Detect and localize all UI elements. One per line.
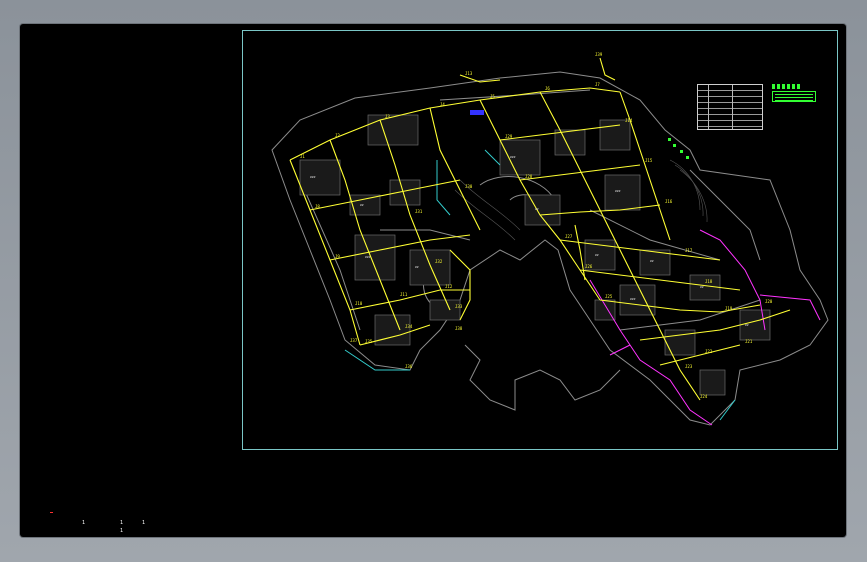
svg-text:J29: J29 xyxy=(505,134,513,139)
svg-text:J12: J12 xyxy=(445,284,453,289)
svg-text:J25: J25 xyxy=(605,294,613,299)
svg-text:##: ## xyxy=(745,323,749,327)
svg-text:J22: J22 xyxy=(705,349,713,354)
svg-text:J11: J11 xyxy=(400,292,408,297)
svg-text:###: ### xyxy=(630,297,636,301)
svg-text:J5: J5 xyxy=(490,94,495,99)
svg-text:J17: J17 xyxy=(685,248,693,253)
svg-text:J38: J38 xyxy=(455,326,463,331)
svg-text:J3: J3 xyxy=(385,114,390,119)
svg-text:###: ### xyxy=(365,255,371,259)
svg-text:J26: J26 xyxy=(585,264,593,269)
svg-text:J35: J35 xyxy=(365,339,373,344)
svg-text:##: ## xyxy=(415,265,419,269)
svg-text:J16: J16 xyxy=(665,199,673,204)
svg-text:J8: J8 xyxy=(315,204,320,209)
svg-text:J21: J21 xyxy=(745,339,753,344)
notes-heading xyxy=(772,84,802,89)
svg-text:J7: J7 xyxy=(595,82,600,87)
blue-accent-block xyxy=(470,110,484,115)
svg-text:J33: J33 xyxy=(455,304,463,309)
svg-text:J13: J13 xyxy=(465,71,473,76)
svg-text:J24: J24 xyxy=(700,394,708,399)
svg-text:J28: J28 xyxy=(525,174,533,179)
svg-text:J1: J1 xyxy=(300,154,305,159)
svg-text:J10: J10 xyxy=(355,301,363,306)
viewer-frame: 1 1 1 1 J1 J2 J3 J4 J5 J6 J7 J8 J9 J10 J… xyxy=(0,0,867,562)
svg-text:##: ## xyxy=(535,207,539,211)
svg-text:J9: J9 xyxy=(335,254,340,259)
svg-text:J37: J37 xyxy=(350,338,358,343)
svg-text:J6: J6 xyxy=(545,86,550,91)
svg-text:J27: J27 xyxy=(565,234,573,239)
legend-table xyxy=(697,84,763,130)
svg-text:J18: J18 xyxy=(705,279,713,284)
svg-text:###: ### xyxy=(510,155,516,159)
svg-text:J4: J4 xyxy=(440,102,445,107)
svg-text:J23: J23 xyxy=(685,364,693,369)
svg-text:J20: J20 xyxy=(765,299,773,304)
svg-text:###: ### xyxy=(615,189,621,193)
svg-text:J14: J14 xyxy=(625,118,633,123)
svg-text:###: ### xyxy=(310,175,316,179)
svg-text:J19: J19 xyxy=(725,306,733,311)
svg-text:J2: J2 xyxy=(335,133,340,138)
svg-text:J36: J36 xyxy=(405,364,413,369)
svg-text:##: ## xyxy=(360,203,364,207)
svg-text:J39: J39 xyxy=(595,52,603,57)
notes-box xyxy=(772,91,816,102)
svg-text:##: ## xyxy=(700,285,704,289)
svg-text:##: ## xyxy=(595,253,599,257)
svg-text:J31: J31 xyxy=(415,209,423,214)
svg-text:J34: J34 xyxy=(405,324,413,329)
svg-text:##: ## xyxy=(650,259,654,263)
svg-text:J30: J30 xyxy=(465,184,473,189)
svg-text:J32: J32 xyxy=(435,259,443,264)
svg-text:J15: J15 xyxy=(645,158,653,163)
